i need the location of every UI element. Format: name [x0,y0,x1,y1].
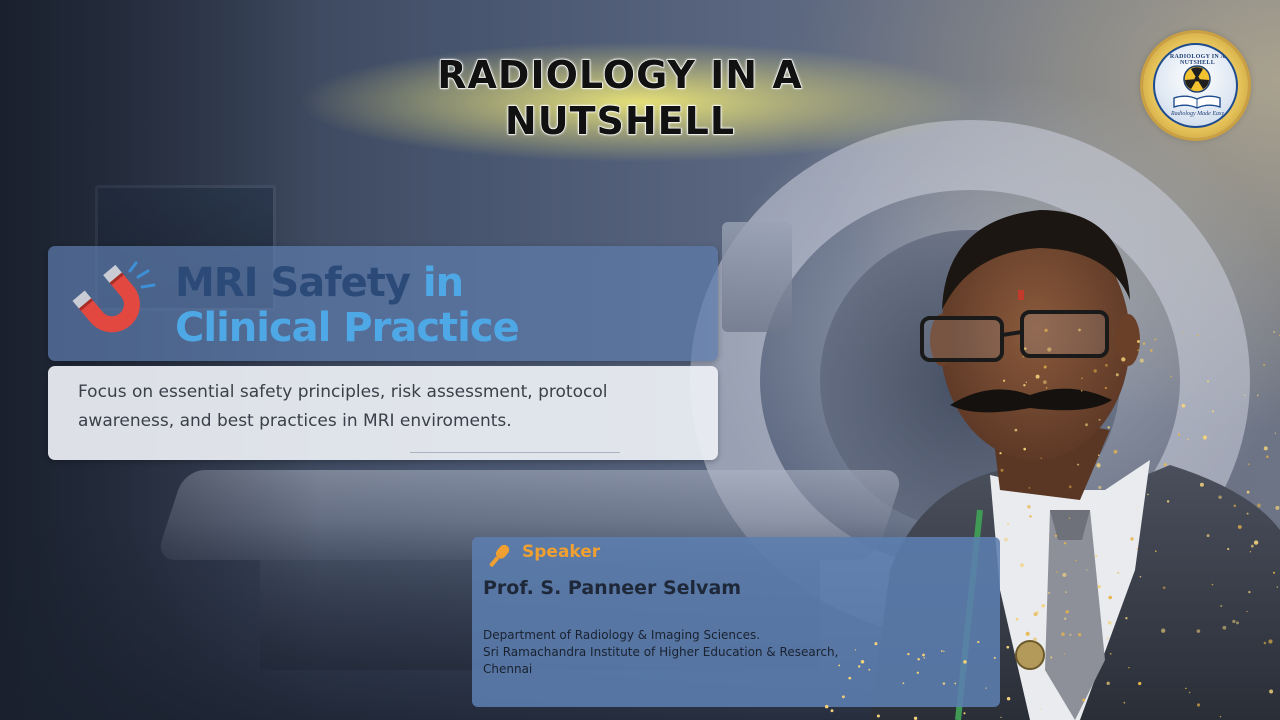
speaker-card [472,537,1000,707]
affiliation-line2: Sri Ramachandra Institute of Higher Educ… [483,645,839,659]
logo-bottom-text: Radiology Made Easy [1171,111,1224,117]
topic-description: Focus on essential safety principles, ri… [78,382,608,431]
channel-logo: RADIOLOGY IN A NUTSHELL Radiology Made E… [1143,33,1248,138]
open-book-icon [1173,95,1221,109]
scanner-console [722,222,792,332]
banner-title: RADIOLOGY IN A NUTSHELL [437,52,803,143]
microphone-icon [489,544,510,567]
topic-heading-line1: MRI Safety in [175,258,464,308]
affiliation-line3: Chennai [483,662,533,676]
speaker-affiliation: Department of Radiology & Imaging Scienc… [483,627,903,678]
speaker-label: Speaker [522,542,601,562]
topic-heading-part1: MRI Safety [175,260,411,306]
radiation-symbol-icon [1183,65,1211,93]
topic-heading-line2: Clinical Practice [175,305,520,351]
topic-heading-part2: in [409,260,464,306]
thumbnail: RADIOLOGY IN A NUTSHELL RADIOLOGY IN A N… [0,0,1280,720]
speaker-name: Prof. S. Panneer Selvam [483,577,742,599]
magnet-icon [72,261,156,333]
affiliation-line1: Department of Radiology & Imaging Scienc… [483,628,761,642]
divider [410,452,620,453]
logo-inner: RADIOLOGY IN A NUTSHELL Radiology Made E… [1153,43,1238,128]
